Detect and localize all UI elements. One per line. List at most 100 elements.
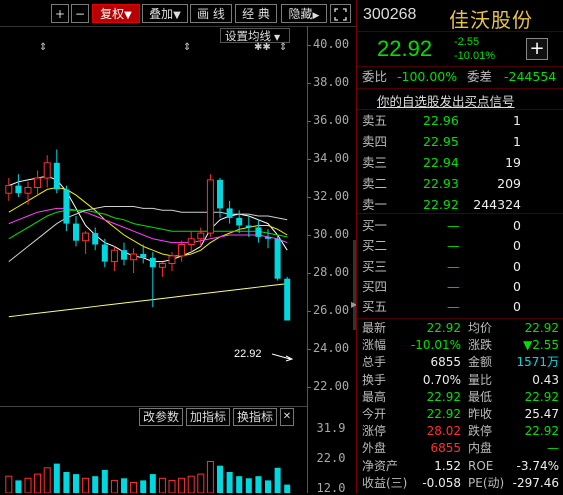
stat-row[interactable]: 换手 0.70% 量比 0.43 (357, 372, 563, 389)
ask-row[interactable]: 卖四 22.95 1 (357, 132, 563, 152)
stat-row[interactable]: 最高 22.92 最低 22.92 (357, 389, 563, 406)
quote-panel: 300268 佳沃股份 22.92 -2.55 -10.01% + 委比 -10… (357, 0, 563, 493)
axis-tick-label: 24.00 (312, 341, 350, 355)
ask-label: 卖一 (362, 197, 388, 212)
bid-volume: 0 (513, 299, 521, 315)
stat-value: 22.92 (426, 321, 461, 335)
stat-value: 28.02 (426, 424, 461, 439)
candle[interactable] (24, 181, 32, 205)
axis-tick-label: 26.00 (312, 303, 350, 317)
volume-bar (158, 477, 166, 493)
bid-row[interactable]: 买一 — 0 (357, 216, 563, 236)
candle[interactable] (168, 252, 176, 272)
candle[interactable] (5, 178, 13, 201)
candle[interactable] (73, 216, 79, 247)
candle[interactable] (206, 174, 214, 237)
buy-signal-link[interactable]: 你的自选股发出买点信号 (377, 91, 515, 110)
candle[interactable] (34, 170, 42, 196)
fullscreen-button[interactable] (330, 4, 351, 23)
ask-row[interactable]: 卖一 22.92 244324 (357, 195, 563, 215)
candle[interactable] (284, 276, 291, 321)
ask-label: 卖三 (362, 155, 388, 170)
volume-bar (236, 476, 243, 493)
stat-value: 0.43 (532, 372, 559, 387)
stat-row[interactable]: 涨幅 -10.01% 涨跌 ▼2.55 (357, 337, 563, 354)
stat-value: 6855 (430, 441, 461, 456)
volume-chart[interactable] (0, 426, 300, 493)
candle[interactable] (187, 231, 195, 253)
stat-value: 25.47 (524, 407, 559, 421)
add-indicator-button[interactable]: 加指标 (186, 408, 230, 426)
candle[interactable] (15, 174, 22, 197)
close-icon[interactable]: ✕ (280, 408, 294, 426)
axis-tick-label: 34.00 (312, 151, 350, 165)
moving-average-line (8, 207, 288, 244)
candle[interactable] (178, 240, 186, 262)
candle[interactable] (130, 248, 138, 273)
stat-label: 最低 (468, 389, 493, 404)
zoom-out-button[interactable]: − (71, 4, 89, 23)
fuquan-dropdown[interactable]: 复权▼ (92, 4, 140, 23)
ask-volume: 1 (513, 134, 521, 149)
candle[interactable] (274, 235, 281, 281)
bid-row[interactable]: 买五 — 0 (357, 297, 563, 317)
stat-label: 量比 (468, 372, 493, 387)
volume-bar (130, 481, 138, 493)
bid-label: 买二 (362, 238, 388, 254)
stat-row[interactable]: 净资产 1.52 ROE -3.74% (357, 458, 563, 475)
stat-row[interactable]: 涨停 28.02 跌停 22.92 (357, 423, 563, 440)
candle[interactable] (43, 155, 51, 188)
axis-tick-label: 32.00 (312, 189, 350, 203)
stat-label: 金额 (468, 355, 493, 370)
divider (357, 318, 563, 319)
draw-line-button[interactable]: 画 线 (190, 4, 232, 23)
weibi-row: 委比 -100.00% 委差 -244554 (357, 67, 563, 87)
overlay-dropdown[interactable]: 叠加▼ (142, 4, 188, 23)
stat-value: 22.92 (524, 321, 559, 335)
stat-value: -10.01% (410, 338, 461, 353)
chevron-right-icon: ▶ (312, 11, 320, 21)
ask-price: 22.94 (423, 155, 459, 170)
candle[interactable] (265, 229, 271, 249)
stock-code: 300268 (363, 6, 417, 23)
volume-bar (24, 477, 32, 493)
bid-row[interactable]: 买四 — 0 (357, 277, 563, 297)
axis-tick (307, 83, 311, 84)
classic-button[interactable]: 经 典 (235, 4, 277, 23)
volume-bar (265, 480, 271, 493)
ask-row[interactable]: 卖二 22.93 209 (357, 174, 563, 194)
stat-row[interactable]: 外盘 6855 内盘 — (357, 440, 563, 457)
stat-row[interactable]: 总手 6855 金额 1571万 (357, 354, 563, 371)
candle[interactable] (110, 246, 118, 272)
stat-row[interactable]: 收益(三) -0.058 PE(动) -297.46 (357, 475, 563, 492)
bid-price: — (447, 258, 460, 274)
candle[interactable] (92, 227, 99, 251)
candle[interactable] (226, 200, 233, 224)
zoom-in-button[interactable]: + (51, 4, 69, 23)
candle[interactable] (82, 231, 90, 254)
stat-row[interactable]: 最新 22.92 均价 22.92 (357, 320, 563, 337)
candle[interactable] (255, 219, 262, 243)
bid-row[interactable]: 买二 — 0 (357, 236, 563, 256)
chevron-down-icon: ▼ (124, 10, 132, 21)
hide-button[interactable]: 隐藏▶ (281, 4, 327, 23)
stat-row[interactable]: 今开 22.92 昨收 25.47 (357, 406, 563, 423)
volume-bar (15, 480, 22, 493)
volume-bar (121, 478, 127, 493)
axis-tick (307, 387, 311, 388)
bid-row[interactable]: 买三 — 0 (357, 257, 563, 277)
change-params-button[interactable]: 改参数 (139, 408, 183, 426)
divider (357, 109, 563, 110)
ask-row[interactable]: 卖五 22.96 1 (357, 111, 563, 131)
candle[interactable] (53, 149, 60, 194)
volume-bar (197, 473, 205, 493)
volume-bar (110, 479, 118, 493)
bid-volume: 0 (513, 218, 521, 233)
candle[interactable] (63, 185, 70, 232)
add-watchlist-button[interactable]: + (526, 38, 548, 60)
swap-indicator-button[interactable]: 换指标 (233, 408, 277, 426)
candle[interactable] (121, 242, 127, 266)
candle[interactable] (245, 216, 252, 237)
candle[interactable] (158, 261, 166, 277)
ask-row[interactable]: 卖三 22.94 19 (357, 153, 563, 173)
